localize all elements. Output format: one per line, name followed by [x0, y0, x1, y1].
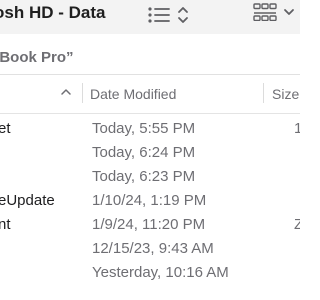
file-row[interactable]: Today, 6:24 PM	[0, 140, 300, 164]
file-size: 1	[294, 120, 300, 137]
icon-grid-group-icon[interactable]	[253, 3, 277, 21]
chevron-up-down-icon[interactable]	[177, 5, 189, 25]
column-header-row: Date Modified Size	[0, 75, 300, 114]
file-date-modified: Yesterday, 10:16 AM	[92, 264, 229, 281]
file-list: et Today, 5:55 PM 1 Today, 6:24 PM Today…	[0, 116, 300, 284]
file-name: et	[0, 120, 11, 137]
column-divider[interactable]	[82, 83, 83, 103]
file-date-modified: 12/15/23, 9:43 AM	[92, 240, 214, 257]
window-title: osh HD - Data	[0, 3, 106, 22]
file-row[interactable]: Today, 6:23 PM	[0, 164, 300, 188]
file-row[interactable]: Yesterday, 10:16 AM	[0, 260, 300, 284]
list-view-icon[interactable]	[147, 6, 171, 24]
file-date-modified: Today, 6:23 PM	[92, 168, 196, 185]
file-row[interactable]: nt 1/9/24, 11:20 PM Z	[0, 212, 300, 236]
toolbar: osh HD - Data	[0, 0, 300, 34]
path-bar: cBook Pro”	[0, 34, 300, 75]
file-size: Z	[294, 216, 300, 233]
file-row[interactable]: et Today, 5:55 PM 1	[0, 116, 300, 140]
chevron-up-icon[interactable]	[60, 88, 72, 96]
chevron-down-icon[interactable]	[283, 8, 295, 16]
file-name: eUpdate	[0, 192, 55, 209]
file-date-modified: 1/9/24, 11:20 PM	[92, 216, 206, 233]
file-date-modified: Today, 5:55 PM	[92, 120, 196, 137]
file-row[interactable]: eUpdate 1/10/24, 1:19 PM	[0, 188, 300, 212]
finder-window: osh HD - Data cBook Pro”	[0, 0, 300, 300]
column-divider[interactable]	[263, 83, 264, 103]
column-header-date-modified[interactable]: Date Modified	[90, 86, 176, 102]
file-name: nt	[0, 216, 11, 233]
file-row[interactable]: 12/15/23, 9:43 AM	[0, 236, 300, 260]
location-title: cBook Pro”	[0, 49, 74, 66]
file-date-modified: Today, 6:24 PM	[92, 144, 196, 161]
file-date-modified: 1/10/24, 1:19 PM	[92, 192, 207, 209]
column-header-size[interactable]: Size	[272, 86, 299, 102]
